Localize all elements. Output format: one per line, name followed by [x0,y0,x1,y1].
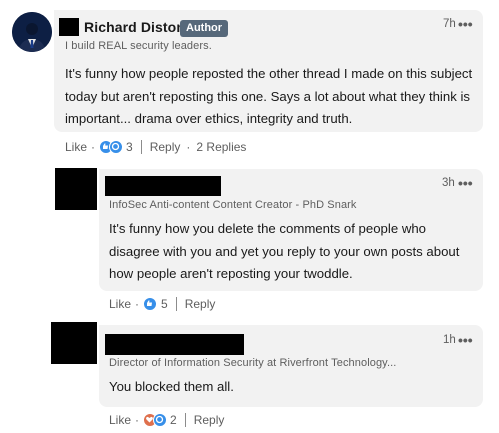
reply-avatar[interactable] [55,168,97,210]
comment-time: 7h [443,18,456,30]
reply-headline: Director of Information Security at Rive… [109,357,397,369]
reaction-count: 2 [170,413,177,427]
separator-dot: · [135,413,140,427]
reaction-summary[interactable]: 3 [99,140,133,154]
author-badge: Author [180,20,229,37]
author-name[interactable]: Richard Diston [84,19,185,35]
reply-button[interactable]: Reply [150,140,181,154]
reply-time: 1h [443,334,456,346]
separator-dot: · [91,140,96,154]
like-button[interactable]: Like [109,297,131,311]
divider [184,413,186,427]
suit-figure-icon [12,12,52,52]
reaction-count: 5 [161,297,168,311]
like-button[interactable]: Like [65,140,87,154]
like-reaction-icon [143,297,158,311]
reply-actions: Like · 5 Reply [109,297,215,311]
support-reaction-icon [109,140,124,154]
reply-actions: Like · 2 Reply [109,413,224,427]
author-headline: I build REAL security leaders. [65,40,212,52]
reply-button[interactable]: Reply [194,413,225,427]
divider [140,140,142,154]
like-button[interactable]: Like [109,413,131,427]
reply-button[interactable]: Reply [185,297,216,311]
reaction-summary[interactable]: 5 [143,297,168,311]
more-options-icon[interactable]: ••• [458,16,473,32]
redacted-name [105,334,244,355]
view-replies-link[interactable]: 2 Replies [196,140,246,154]
support-reaction-icon [153,413,168,427]
reply-text: You blocked them all. [109,379,234,394]
redacted-name [105,176,221,196]
comment-text: It's funny how people reposted the other… [65,66,473,126]
more-options-icon[interactable]: ••• [458,332,473,348]
reply-text: It's funny how you delete the comments o… [109,221,460,281]
separator-dot: · [186,140,191,154]
reaction-count: 3 [126,140,133,154]
reply-avatar[interactable] [51,322,97,364]
redacted-block [59,18,79,36]
separator-dot: · [135,297,140,311]
reply-time: 3h [442,177,455,189]
reply-headline: InfoSec Anti-content Content Creator - P… [109,199,357,211]
divider [175,297,177,311]
more-options-icon[interactable]: ••• [458,175,473,191]
comment-actions: Like · 3 Reply · 2 Replies [65,140,246,154]
reaction-summary[interactable]: 2 [143,413,177,427]
author-avatar[interactable] [12,12,52,52]
